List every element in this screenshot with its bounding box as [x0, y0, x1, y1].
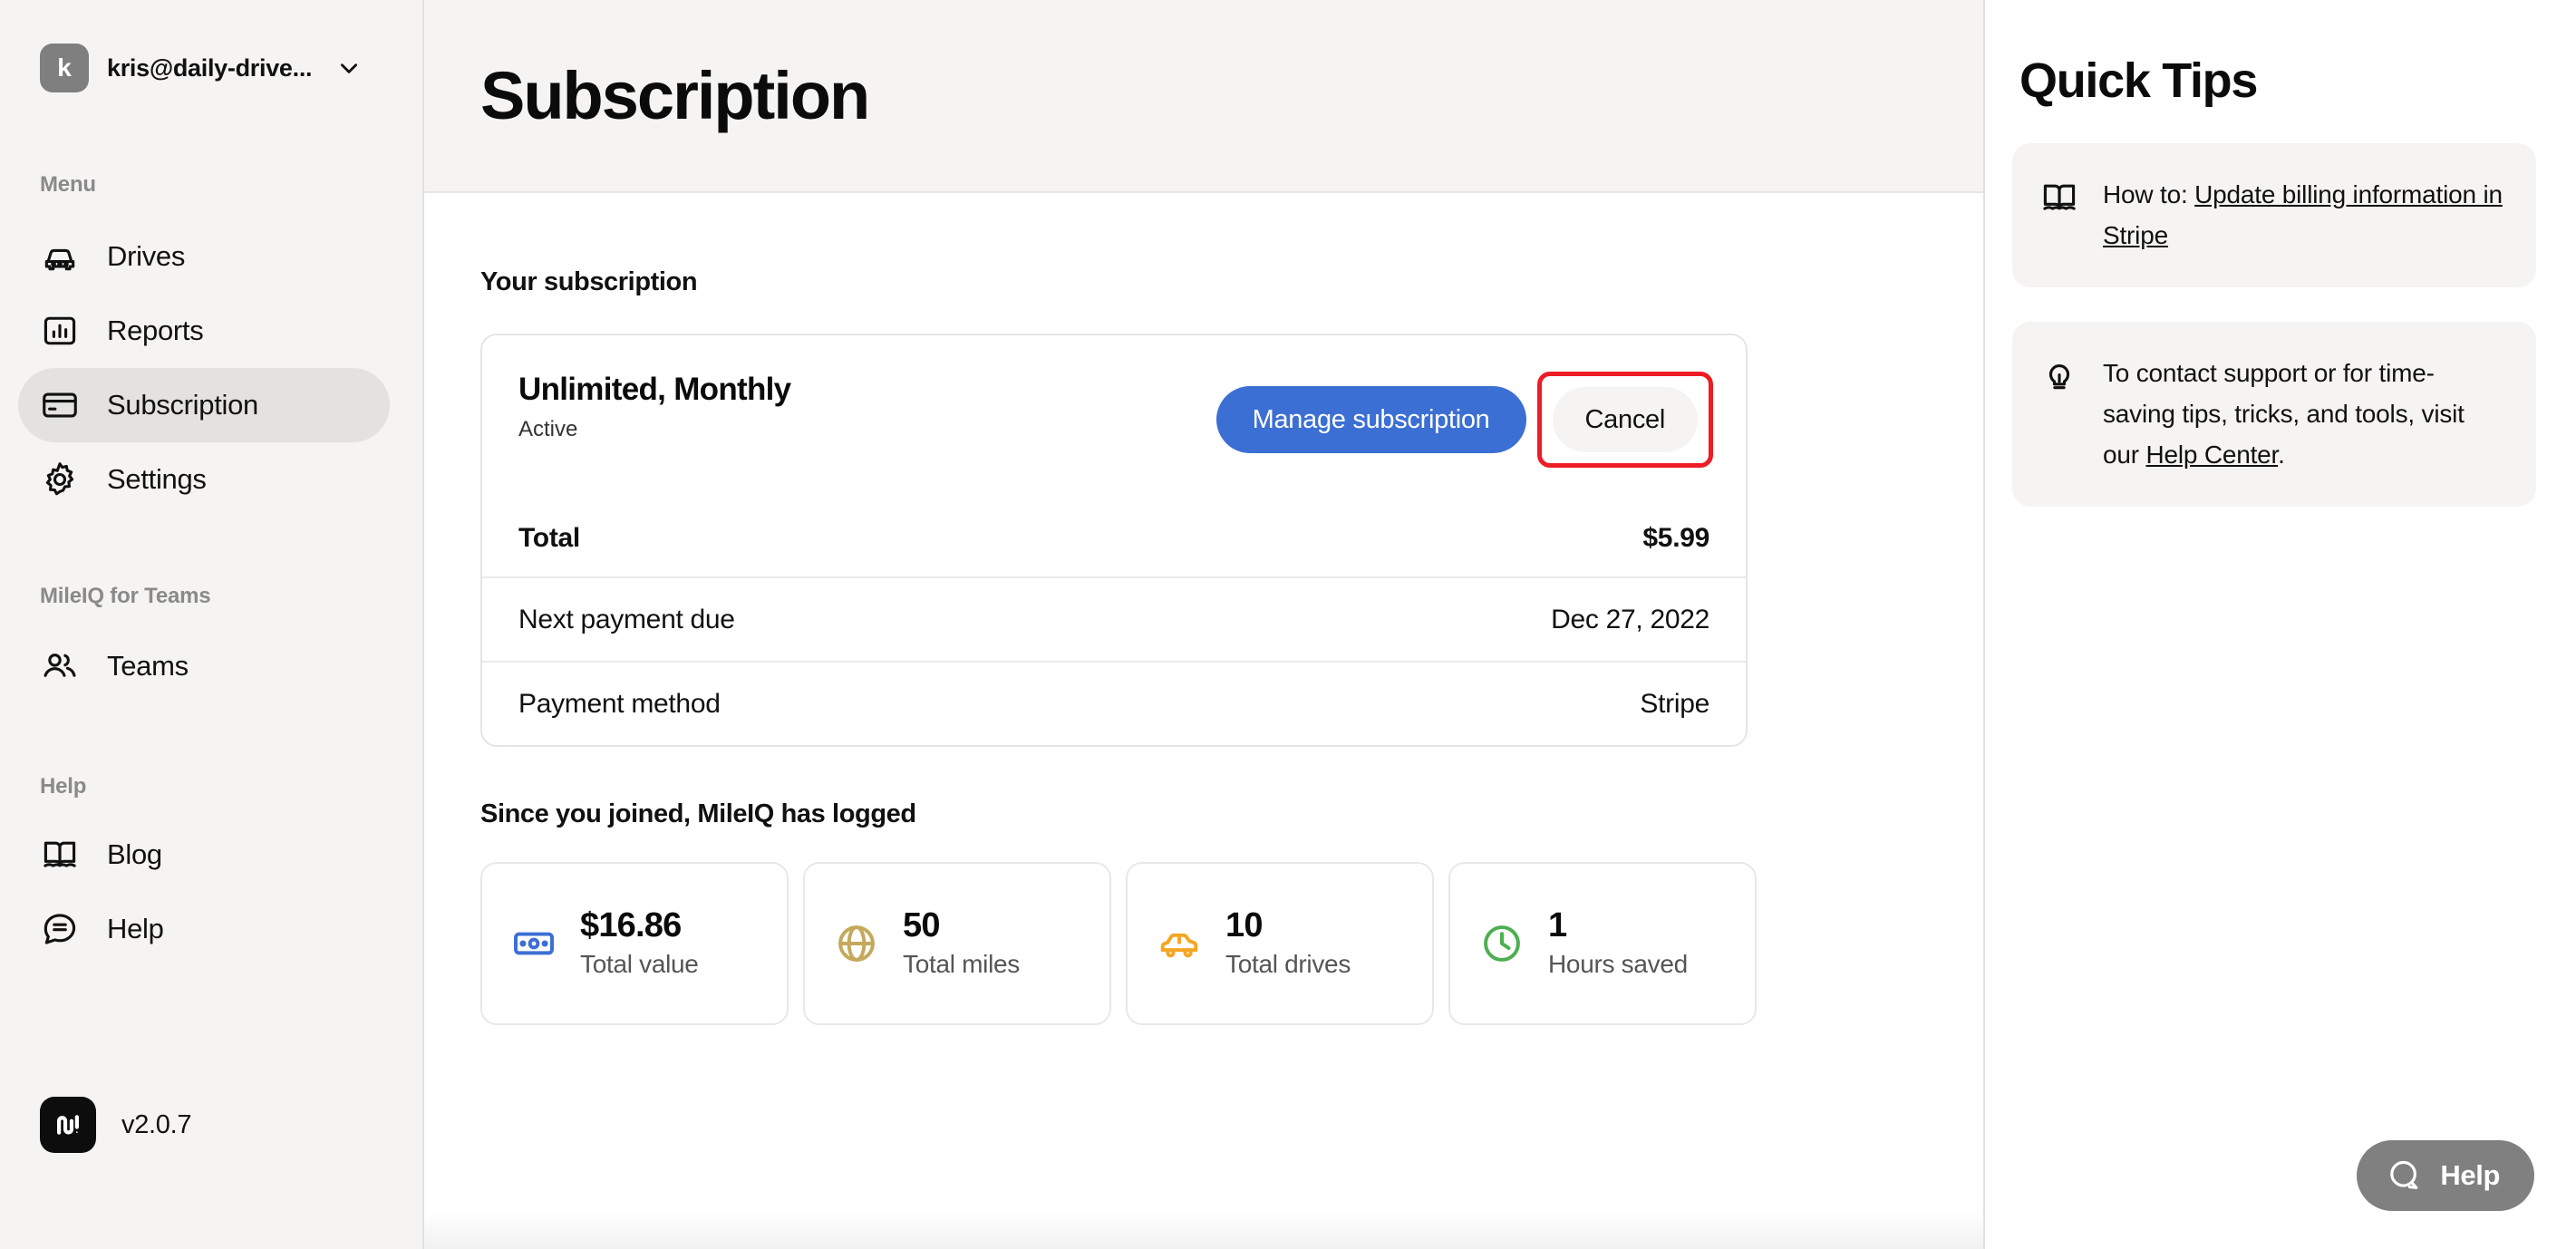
tip-prefix: How to:	[2103, 180, 2195, 208]
page-header: Subscription	[424, 0, 1983, 193]
sidebar-item-label: Reports	[107, 315, 204, 346]
stat-text: 1 Hours saved	[1548, 906, 1688, 979]
stat-text: 10 Total drives	[1225, 906, 1351, 979]
main-body: Your subscription Unlimited, Monthly Act…	[424, 267, 1983, 1025]
gear-icon	[40, 460, 80, 499]
tip-suffix: .	[2278, 441, 2285, 470]
quick-tip-text: To contact support or for time-saving ti…	[2103, 353, 2505, 476]
quick-tips-title: Quick Tips	[2019, 53, 2258, 108]
stats-row: $16.86 Total value 50 Total miles 10 Tot…	[480, 862, 1927, 1025]
row-key: Next payment due	[518, 604, 735, 634]
table-row: Total $5.99	[482, 500, 1746, 576]
status-badge: Active	[518, 417, 578, 441]
row-key: Payment method	[518, 688, 721, 719]
stat-label: Total value	[580, 949, 699, 978]
credit-card-icon	[40, 385, 80, 425]
stat-card-total-value: $16.86 Total value	[480, 862, 789, 1025]
people-icon	[40, 646, 80, 686]
stat-text: $16.86 Total value	[580, 906, 699, 979]
stat-value: 1	[1548, 906, 1567, 945]
app-version-label: v2.0.7	[121, 1109, 192, 1139]
plan-info: Unlimited, Monthly Active	[518, 372, 791, 442]
banknote-icon	[511, 921, 557, 966]
manage-subscription-button[interactable]: Manage subscription	[1215, 386, 1526, 453]
sidebar-teams-nav: Teams	[0, 629, 422, 703]
main-content: Subscription Your subscription Unlimited…	[424, 0, 1985, 1249]
row-value: Stripe	[1640, 688, 1709, 719]
tip-link[interactable]: Help Center	[2145, 441, 2278, 469]
sidebar-item-label: Teams	[107, 650, 189, 682]
sidebar-item-label: Drives	[107, 240, 186, 272]
row-value: $5.99	[1642, 523, 1709, 553]
stat-card-hours-saved: 1 Hours saved	[1448, 862, 1757, 1025]
app-version-row: v2.0.7	[40, 1097, 192, 1153]
stat-value: 50	[903, 906, 940, 945]
stat-label: Total drives	[1225, 949, 1351, 978]
row-value: Dec 27, 2022	[1551, 604, 1709, 634]
avatar: k	[40, 44, 89, 92]
stat-label: Total miles	[903, 949, 1020, 978]
sidebar-item-label: Settings	[107, 463, 207, 495]
cancel-button[interactable]: Cancel	[1552, 387, 1698, 452]
account-email: kris@daily-drive...	[107, 53, 313, 82]
your-subscription-heading: Your subscription	[480, 267, 698, 296]
sidebar-item-help[interactable]: Help	[18, 892, 390, 966]
sidebar-item-label: Help	[107, 913, 164, 944]
plan-name: Unlimited, Monthly	[518, 372, 791, 407]
chevron-down-icon[interactable]	[337, 56, 361, 80]
sidebar-item-settings[interactable]: Settings	[18, 442, 390, 517]
lightbulb-icon	[2039, 356, 2079, 396]
stat-card-total-miles: 50 Total miles	[803, 862, 1111, 1025]
sidebar-section-teams-label: MileIQ for Teams	[40, 584, 211, 608]
sidebar-help-nav: Blog Help	[0, 818, 422, 966]
cancel-button-highlight: Cancel	[1536, 372, 1713, 468]
chat-bubble-icon	[2386, 1157, 2424, 1195]
app-root: k kris@daily-drive... Menu Drives Report…	[0, 0, 2576, 1249]
account-switcher[interactable]: k kris@daily-drive...	[0, 0, 422, 92]
sidebar-section-menu-label: Menu	[40, 172, 96, 197]
subscription-actions: Manage subscription Cancel	[1215, 372, 1713, 468]
sidebar: k kris@daily-drive... Menu Drives Report…	[0, 0, 424, 1249]
quick-tip-item: How to: Update billing information in St…	[2012, 143, 2536, 287]
sidebar-menu-nav: Drives Reports Subscription Settings	[0, 219, 422, 517]
sidebar-item-drives[interactable]: Drives	[18, 219, 390, 294]
stat-text: 50 Total miles	[903, 906, 1020, 979]
help-widget-label: Help	[2440, 1159, 2500, 1191]
subscription-card-header: Unlimited, Monthly Active Manage subscri…	[482, 335, 1746, 500]
clock-icon	[1479, 921, 1525, 966]
sidebar-item-label: Subscription	[107, 389, 258, 421]
help-widget-button[interactable]: Help	[2357, 1140, 2534, 1211]
chat-bubble-icon	[40, 909, 80, 949]
stat-value: $16.86	[580, 906, 682, 945]
quick-tip-text: How to: Update billing information in St…	[2103, 174, 2505, 257]
stat-card-total-drives: 10 Total drives	[1126, 862, 1434, 1025]
stat-value: 10	[1225, 906, 1263, 945]
row-key: Total	[518, 523, 580, 553]
sidebar-section-help-label: Help	[40, 774, 87, 799]
subscription-card: Unlimited, Monthly Active Manage subscri…	[480, 334, 1748, 747]
quick-tips-panel: Quick Tips How to: Update billing inform…	[1985, 0, 2576, 1249]
sidebar-item-reports[interactable]: Reports	[18, 294, 390, 368]
page-title: Subscription	[480, 58, 870, 133]
stats-heading: Since you joined, MileIQ has logged	[480, 799, 916, 828]
sidebar-item-blog[interactable]: Blog	[18, 818, 390, 892]
car-side-icon	[1157, 921, 1202, 966]
book-icon	[40, 835, 80, 875]
table-row: Next payment due Dec 27, 2022	[482, 576, 1746, 661]
book-icon	[2039, 178, 2079, 218]
bar-chart-icon	[40, 311, 80, 351]
table-row: Payment method Stripe	[482, 661, 1746, 745]
stat-label: Hours saved	[1548, 949, 1688, 978]
mileiq-logo-icon	[40, 1097, 96, 1153]
sidebar-item-teams[interactable]: Teams	[18, 629, 390, 703]
sidebar-item-label: Blog	[107, 838, 162, 870]
sidebar-item-subscription[interactable]: Subscription	[18, 368, 390, 442]
globe-icon	[834, 921, 879, 966]
car-icon	[40, 237, 80, 276]
content-bottom-shadow	[424, 1211, 1983, 1249]
quick-tip-item: To contact support or for time-saving ti…	[2012, 321, 2536, 507]
